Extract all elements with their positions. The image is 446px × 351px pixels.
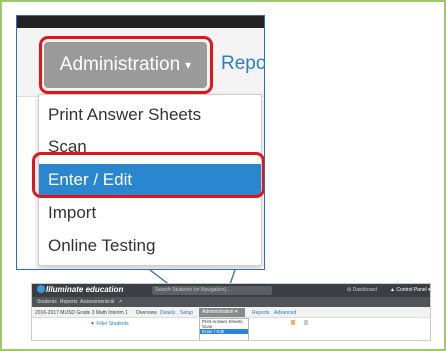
mini-nav-students[interactable]: Students [37,299,57,305]
mini-assessment-title: 2016-2017 MUSD Grade 3 Math Interim 1 [35,310,128,316]
mini-tab-setup[interactable]: Setup [180,310,193,316]
mini-logo: Illuminate education [37,285,123,294]
mini-wrench-icon[interactable]: ↗ [118,299,122,305]
mini-control-panel-link[interactable]: ▲ Control Panel ▾ [390,287,430,293]
mini-screenshot: Illuminate education Search Students (or… [31,283,431,341]
mini-search-input[interactable]: Search Students (or Navigation) .. [152,286,272,295]
globe-icon [37,285,45,293]
mini-administration-menu: Print Answer Sheets Scan Enter / Edit [199,318,249,340]
mini-tab-overview[interactable]: Overview [136,310,157,316]
mini-top-bar: Illuminate education Search Students (or… [32,284,430,297]
mini-gear-icon[interactable]: ⚙ [110,299,114,305]
mini-nav-assessments[interactable]: Assessments [80,299,110,305]
mini-tab-details[interactable]: Details [160,310,175,316]
mini-orange-icon [291,320,295,325]
mini-nav-bar: Students Reports Assessments ⚙ ↗ [32,297,430,307]
mini-administration-button[interactable]: Administration ▾ [199,308,245,317]
mini-gray-icon [304,320,308,325]
mini-filter-students[interactable]: ▼ Filter Students [90,321,129,327]
mini-dashboard-link[interactable]: ⊞ Dashboard [347,287,377,293]
mini-tab-reports[interactable]: Reports [252,310,270,316]
mini-menu-enter-edit[interactable]: Enter / Edit [200,329,248,334]
mini-nav-reports[interactable]: Reports [60,299,78,305]
mini-tab-advanced[interactable]: Advanced [274,310,296,316]
